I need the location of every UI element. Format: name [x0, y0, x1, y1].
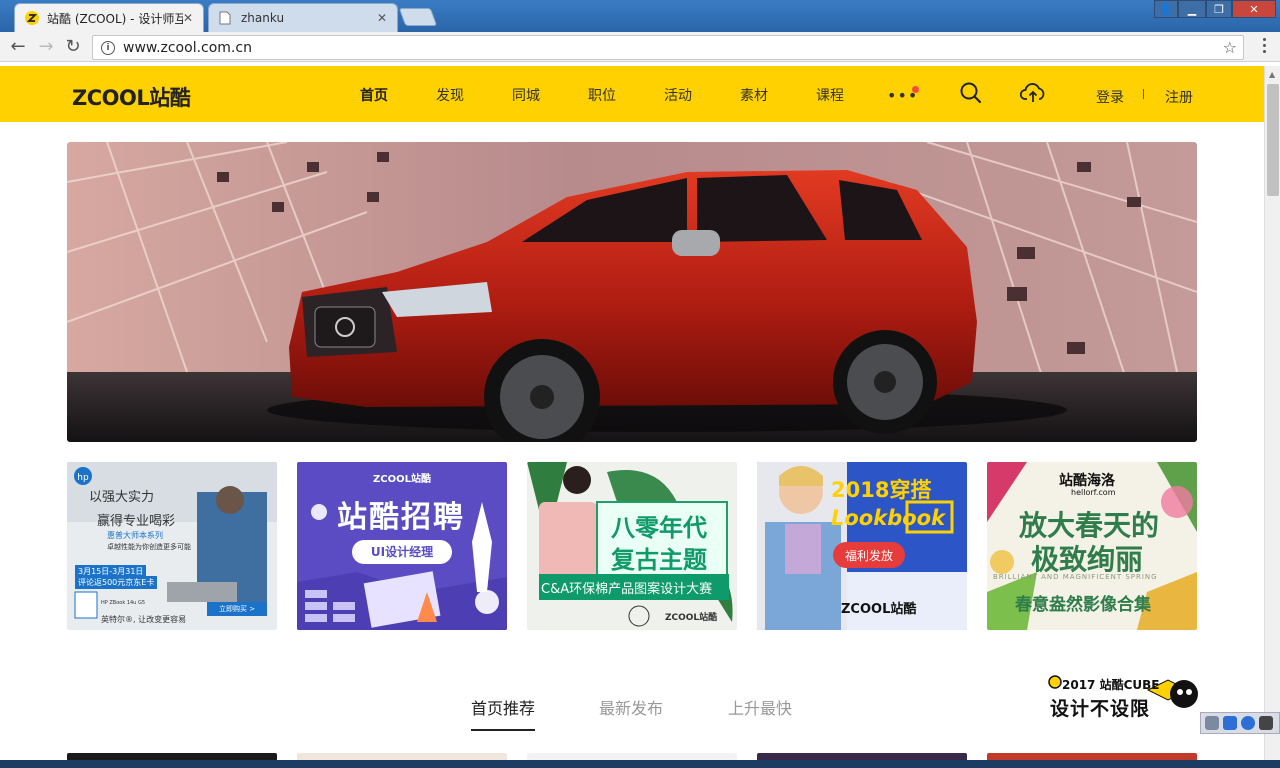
info-icon[interactable]: i — [101, 40, 115, 55]
promo-text: 惠普大师本系列 — [107, 531, 163, 540]
promo-text: 赢得专业喝彩 — [97, 514, 176, 529]
promo-text: ZCOOL站酷 — [841, 602, 917, 617]
promo-text: hellorf.com — [1071, 488, 1116, 497]
page-scrollbar[interactable]: ▲ — [1264, 66, 1280, 768]
promo-headline: 复古主题 — [611, 546, 707, 574]
promo-lookbook-card[interactable]: 2018穿搭 Lookbook 福利发放 ZCOOL站酷 — [757, 462, 967, 630]
os-taskbar — [0, 760, 1280, 768]
promo-headline: 站酷招聘 — [337, 500, 465, 535]
promo-headline: 极致绚丽 — [1031, 543, 1144, 576]
address-bar[interactable]: i www.zcool.com.cn ☆ — [92, 35, 1244, 60]
browser-toolbar: ← → ↻ i www.zcool.com.cn ☆ — [0, 32, 1280, 62]
svg-text:hp: hp — [77, 473, 89, 483]
grip-icon — [1205, 716, 1219, 730]
promo-hellorf-card[interactable]: 站酷海洛 hellorf.com 放大春天的 极致绚丽 BRILLIANT AN… — [987, 462, 1197, 630]
user-tray-icon[interactable] — [1223, 716, 1237, 730]
nav-jobs[interactable]: 职位 — [588, 85, 616, 105]
tab-rising[interactable]: 上升最快 — [728, 695, 792, 719]
minimize-button[interactable]: ▁ — [1178, 0, 1206, 18]
url-text: www.zcool.com.cn — [123, 39, 252, 56]
browser-menu-icon[interactable] — [1262, 38, 1268, 56]
nav-home[interactable]: 首页 — [360, 85, 388, 105]
hero-banner[interactable] — [67, 142, 1197, 442]
promo-text: C&A环保棉产品图案设计大赛 — [541, 582, 713, 597]
cube-promo-badge[interactable]: 2017 站酷CUBE 设计不设限 — [1048, 672, 1200, 722]
hellorf-logo: 站酷海洛 — [1059, 473, 1115, 489]
promo-text: 评论返500元京东E卡 — [75, 576, 158, 589]
nav-materials[interactable]: 素材 — [740, 85, 768, 105]
tab-title: 站酷 (ZCOOL) - 设计师互 — [47, 11, 183, 26]
header-separator — [1143, 89, 1144, 99]
cube-title: 2017 站酷CUBE — [1062, 678, 1160, 692]
notification-dot — [912, 86, 919, 93]
promo-headline: Lookbook — [831, 506, 946, 530]
register-link[interactable]: 注册 — [1165, 87, 1193, 107]
zcool-logo[interactable]: ZCOOL站酷 — [72, 82, 191, 112]
login-link[interactable]: 登录 — [1096, 87, 1124, 107]
forward-arrow-icon[interactable]: → — [36, 37, 56, 57]
site-header: ZCOOL站酷 首页 发现 同城 职位 活动 素材 课程 ••• 登录 注册 — [0, 66, 1264, 122]
promo-recruit-card[interactable]: ZCOOL站酷 站酷招聘 UI设计经理 — [297, 462, 507, 630]
user-icon[interactable]: 👤 — [1154, 0, 1178, 18]
promo-text: 以强大实力 — [89, 490, 155, 505]
search-icon[interactable] — [960, 82, 982, 108]
help-icon[interactable] — [1241, 716, 1255, 730]
active-tab-underline — [471, 729, 535, 731]
reload-icon[interactable]: ↻ — [63, 37, 83, 57]
upload-cloud-icon[interactable] — [1019, 82, 1046, 108]
promo-text: UI设计经理 — [370, 545, 434, 559]
promo-headline: 八零年代 — [611, 514, 707, 542]
promo-hp-card[interactable]: hp 以强大实力 赢得专业喝彩 惠普大师本系列 卓越性能为你创造更多可能 3月1… — [67, 462, 277, 630]
back-arrow-icon[interactable]: ← — [8, 37, 28, 57]
promo-text: 卓越性能为你创造更多可能 — [107, 543, 191, 551]
browser-tab-active[interactable]: 站酷 (ZCOOL) - 设计师互 ✕ — [14, 3, 204, 32]
page-icon — [219, 11, 233, 25]
promo-text: 英特尔®, 让改变更容易 — [101, 615, 187, 624]
buy-now-button[interactable]: 立即购买 > — [219, 604, 255, 614]
system-tray — [1200, 712, 1280, 734]
new-tab-button[interactable] — [398, 8, 438, 26]
nav-discover[interactable]: 发现 — [436, 85, 464, 105]
scroll-thumb[interactable] — [1267, 84, 1279, 196]
tab-latest[interactable]: 最新发布 — [599, 695, 663, 719]
promo-text: HP ZBook 14u G5 — [101, 600, 145, 606]
nav-local[interactable]: 同城 — [512, 85, 540, 105]
tab-recommended[interactable]: 首页推荐 — [471, 695, 535, 719]
nav-events[interactable]: 活动 — [664, 85, 692, 105]
tab-title: zhanku — [241, 11, 285, 25]
promo-text: 春意盎然影像合集 — [1015, 595, 1151, 615]
close-window-button[interactable]: ✕ — [1232, 0, 1276, 18]
tray-arrow-icon[interactable] — [1259, 716, 1273, 730]
close-tab-icon[interactable]: ✕ — [377, 11, 387, 25]
promo-text: BRILLIANT AND MAGNIFICENT SPRING — [993, 573, 1158, 581]
promo-text: ZCOOL站酷 — [373, 474, 431, 485]
close-tab-icon[interactable]: ✕ — [183, 11, 193, 25]
cube-slogan: 设计不设限 — [1050, 698, 1151, 720]
promo-headline: 2018穿搭 — [831, 478, 932, 502]
maximize-button[interactable]: ❐ — [1206, 0, 1232, 18]
bookmark-star-icon[interactable]: ☆ — [1223, 38, 1237, 57]
zcool-favicon-icon — [25, 11, 39, 25]
browser-titlebar: 站酷 (ZCOOL) - 设计师互 ✕ zhanku ✕ 👤 ▁ ❐ ✕ — [0, 0, 1280, 32]
promo-text: 福利发放 — [844, 549, 893, 563]
browser-tab-inactive[interactable]: zhanku ✕ — [208, 3, 398, 32]
window-controls: 👤 ▁ ❐ ✕ — [1154, 0, 1276, 20]
nav-courses[interactable]: 课程 — [816, 85, 844, 105]
promo-text: ZCOOL站酷 — [665, 613, 718, 623]
scroll-up-arrow-icon[interactable]: ▲ — [1269, 70, 1275, 79]
promo-ca-card[interactable]: 八零年代 复古主题 C&A环保棉产品图案设计大赛 ZCOOL站酷 — [527, 462, 737, 630]
